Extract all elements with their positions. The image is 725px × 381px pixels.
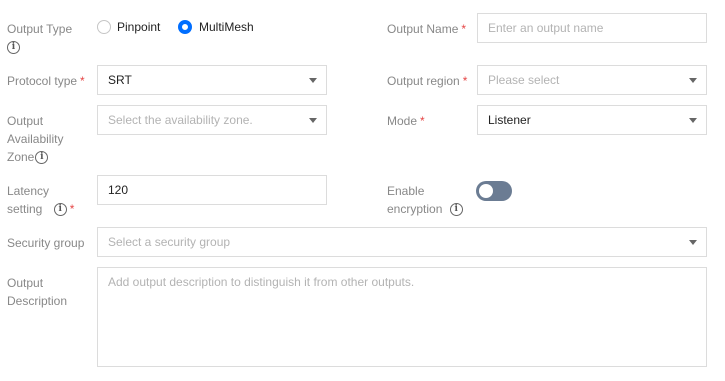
description-textarea[interactable] (97, 267, 707, 367)
output-region-label-text: Output region (387, 74, 460, 88)
output-type-label-text: Output Type (7, 22, 73, 36)
latency-label-line1: Latency (7, 184, 50, 198)
availability-zone-label-line3: Zone (7, 150, 35, 164)
protocol-type-value: SRT (108, 73, 132, 87)
radio-pinpoint[interactable] (97, 20, 111, 34)
security-group-select[interactable]: Select a security group (97, 227, 707, 257)
description-label-line2: Description (7, 294, 68, 308)
output-region-label: Output region * (387, 72, 467, 90)
availability-zone-label-line2: Availability (7, 132, 64, 146)
protocol-type-label: Protocol type * (7, 72, 85, 90)
info-icon[interactable]: i (449, 203, 463, 217)
required-mark: * (420, 114, 425, 128)
output-name-input[interactable] (477, 13, 707, 43)
required-mark: * (462, 74, 468, 88)
output-region-placeholder: Please select (488, 73, 560, 87)
availability-zone-placeholder: Select the availability zone. (108, 113, 253, 127)
mode-select[interactable]: Listener (477, 105, 707, 135)
required-mark: * (69, 202, 75, 216)
availability-zone-label-line1: Output (7, 114, 44, 128)
output-region-select[interactable]: Please select (477, 65, 707, 95)
info-icon[interactable]: i (35, 151, 49, 165)
security-group-placeholder: Select a security group (108, 235, 231, 249)
chevron-down-icon (309, 78, 317, 83)
encryption-label: Enable encryption i (387, 182, 463, 218)
description-label: Output Description (7, 274, 67, 310)
description-label-line1: Output (7, 276, 44, 290)
info-icon[interactable]: i (7, 41, 20, 55)
latency-label: Latency setting i * (7, 182, 74, 218)
chevron-down-icon (689, 118, 697, 123)
radio-pinpoint-label[interactable]: Pinpoint (117, 18, 160, 36)
chevron-down-icon (689, 78, 697, 83)
mode-label-text: Mode (387, 114, 418, 128)
availability-zone-select[interactable]: Select the availability zone. (97, 105, 327, 135)
security-group-label: Security group (7, 234, 84, 252)
output-name-label-text: Output Name (387, 22, 459, 36)
latency-input[interactable] (97, 175, 327, 205)
availability-zone-label: Output Availability Zone i (7, 112, 63, 166)
required-mark: * (461, 22, 467, 36)
chevron-down-icon (309, 118, 317, 123)
security-group-label-text: Security group (7, 236, 85, 250)
encryption-label-line1: Enable (387, 184, 425, 198)
output-type-label: Output Type i (7, 20, 72, 56)
latency-label-line2: setting (7, 202, 43, 216)
output-name-label: Output Name * (387, 20, 466, 38)
encryption-toggle[interactable] (476, 181, 512, 201)
radio-multimesh[interactable] (178, 20, 192, 34)
mode-label: Mode * (387, 112, 425, 130)
protocol-type-label-text: Protocol type (7, 74, 78, 88)
mode-value: Listener (488, 113, 531, 127)
toggle-knob (479, 184, 493, 198)
encryption-label-line2: encryption (387, 202, 443, 216)
radio-multimesh-label[interactable]: MultiMesh (199, 18, 254, 36)
info-icon[interactable]: i (53, 203, 67, 217)
required-mark: * (80, 74, 85, 88)
protocol-type-select[interactable]: SRT (97, 65, 327, 95)
chevron-down-icon (689, 240, 697, 245)
